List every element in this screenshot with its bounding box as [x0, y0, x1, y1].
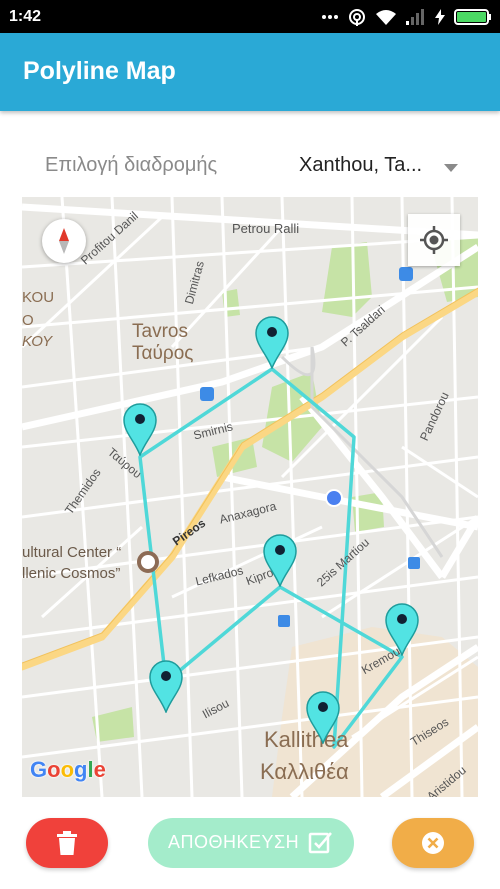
route-dropdown[interactable]: Xanthou, Ta... — [290, 146, 475, 184]
route-dropdown-value: Xanthou, Ta... — [299, 154, 423, 176]
route-marker[interactable] — [122, 402, 158, 456]
checkbox-icon — [308, 832, 332, 854]
status-time: 1:42 — [9, 8, 42, 25]
route-label: Επιλογή διαδρομής — [45, 154, 218, 176]
compass-button[interactable] — [42, 219, 86, 263]
save-button-label: ΑΠΟΘΗΚΕΥΣΗ — [168, 832, 300, 852]
trash-icon — [57, 831, 77, 855]
signal-icon — [406, 9, 424, 25]
google-logo-letter: G — [30, 757, 48, 782]
wifi-icon — [376, 9, 396, 25]
google-logo-letter: g — [74, 757, 88, 782]
route-marker[interactable] — [254, 315, 290, 369]
status-icons — [321, 7, 492, 27]
hotspot-icon — [349, 9, 365, 26]
route-marker[interactable] — [384, 602, 420, 656]
close-circle-icon — [422, 832, 444, 854]
google-logo: Google — [30, 757, 106, 783]
route-marker[interactable] — [262, 533, 298, 587]
app-bar: Polyline Map — [0, 33, 500, 111]
app-title: Polyline Map — [23, 57, 176, 85]
status-bar: 1:42 — [0, 0, 500, 33]
google-logo-letter: o — [47, 757, 61, 782]
more-dots-icon — [322, 15, 338, 19]
battery-icon — [454, 9, 491, 25]
current-location-dot — [325, 489, 343, 507]
my-location-button[interactable] — [408, 214, 460, 266]
chevron-down-icon — [444, 164, 458, 172]
cultural-center-poi — [137, 551, 159, 573]
compass-icon — [59, 228, 69, 254]
map-view[interactable]: Petrou Ralli Profitou Danil Dimitras P. … — [22, 197, 478, 797]
delete-button[interactable] — [26, 818, 108, 868]
map-base — [22, 197, 478, 797]
google-logo-letter: o — [60, 757, 75, 782]
route-marker[interactable] — [148, 659, 184, 713]
google-logo-letter: e — [93, 757, 106, 782]
route-marker[interactable] — [305, 690, 341, 744]
charging-icon — [435, 9, 445, 25]
crosshair-icon — [420, 226, 448, 254]
route-selector-row: Επιλογή διαδρομής Xanthou, Ta... — [0, 140, 500, 190]
cancel-button[interactable] — [392, 818, 474, 868]
save-button[interactable]: ΑΠΟΘΗΚΕΥΣΗ — [148, 818, 354, 868]
